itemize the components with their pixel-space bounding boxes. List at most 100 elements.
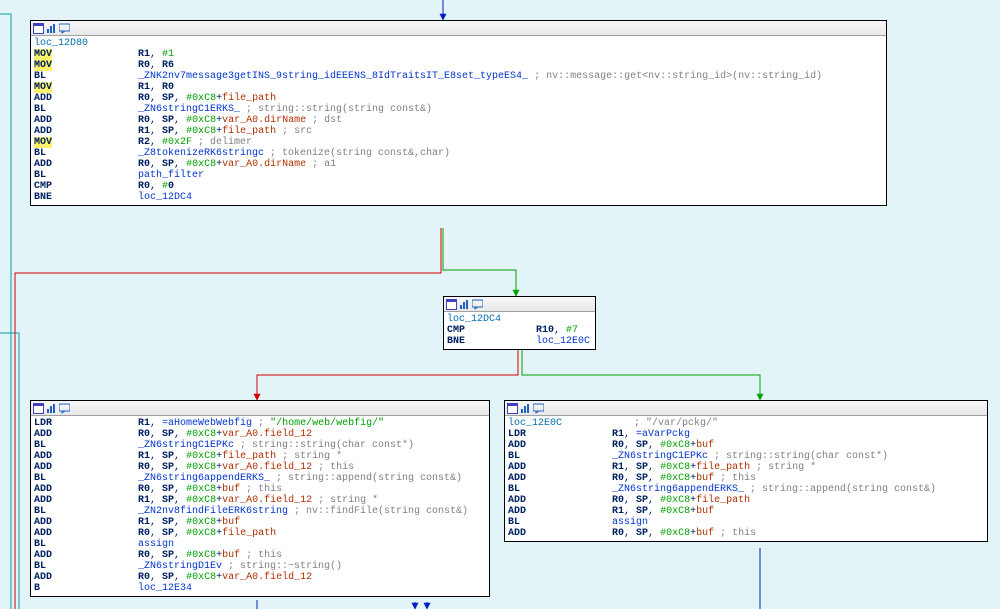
mnemonic: CMP bbox=[447, 325, 465, 336]
operands: path_filter bbox=[138, 170, 824, 181]
operands: _ZN2nv8findFileERK6string ; nv::findFile… bbox=[138, 506, 470, 517]
asm-table: MOVR1, #1MOVR0, R6BL_ZNK2nv7message3getI… bbox=[34, 49, 824, 203]
asm-row[interactable]: ADD R0, SP, #0xC8+var_A0.field_12 bbox=[34, 429, 470, 440]
operands: loc_12E0C bbox=[536, 336, 592, 347]
asm-row[interactable]: ADDR0, SP, #0xC8+buf bbox=[508, 440, 938, 451]
mnemonic: ADD bbox=[34, 528, 52, 539]
asm-row[interactable]: ADDR0, SP, #0xC8+var_A0.dirName ; dst bbox=[34, 115, 824, 126]
asm-row[interactable]: BL _ZN6stringC1EPKc ; string::string(char… bbox=[508, 451, 938, 462]
asm-row[interactable]: ADDR1, SP, #0xC8+buf bbox=[34, 517, 470, 528]
asm-row[interactable]: ADDR0, SP, #0xC8+var_A0.field_12 ; this bbox=[34, 462, 470, 473]
block-12D80[interactable]: loc_12D80MOVR1, #1MOVR0, R6BL_ZNK2nv7mes… bbox=[30, 20, 887, 206]
mnemonic: BL bbox=[34, 440, 46, 451]
mnemonic: ADD bbox=[34, 93, 52, 104]
asm-row[interactable]: ADDR0, SP, #0xC8+var_A0.dirName ; a1 bbox=[34, 159, 824, 170]
asm-row[interactable]: ADDR0, SP, #0xC8+buf ; this bbox=[34, 550, 470, 561]
asm-row[interactable]: BLassign bbox=[34, 539, 470, 550]
operands: R0, SP, #0xC8+var_A0.field_12 bbox=[138, 572, 470, 583]
operands: _ZN6string6appendERKS_ ; string::append(… bbox=[138, 473, 470, 484]
asm-row[interactable]: BNEloc_12E0C bbox=[447, 336, 592, 347]
comment-icon bbox=[59, 403, 70, 414]
asm-row[interactable]: MOVR1, #1 bbox=[34, 49, 824, 60]
asm-row[interactable]: BL _Z8tokenizeRK6stringc ; tokenize(strin… bbox=[34, 148, 824, 159]
operands: R0, SP, #0xC8+file_path bbox=[138, 528, 470, 539]
asm-row[interactable]: LDRR1, =aHomeWebWebfig ; "/home/web/webf… bbox=[34, 418, 470, 429]
operands: R1, SP, #0xC8+file_path ; string * bbox=[138, 451, 470, 462]
operands: _Z8tokenizeRK6stringc ; tokenize(string … bbox=[138, 148, 824, 159]
comment-icon bbox=[472, 299, 483, 310]
asm-row[interactable]: BL _ZN2nv8findFileERK6string ; nv::findFi… bbox=[34, 506, 470, 517]
mnemonic: MOV bbox=[34, 82, 52, 93]
mnemonic: ADD bbox=[34, 451, 52, 462]
asm-row[interactable]: Bloc_12E34 bbox=[34, 583, 470, 594]
asm-row[interactable]: ADDR1, SP, #0xC8+file_path ; string * bbox=[508, 462, 938, 473]
asm-row[interactable]: BLassign bbox=[508, 517, 938, 528]
asm-row[interactable]: ADD R0, SP, #0xC8+var_A0.field_12 bbox=[34, 572, 470, 583]
mnemonic: LDR bbox=[34, 418, 52, 429]
mnemonic: ADD bbox=[34, 429, 52, 440]
mnemonic: LDR bbox=[508, 429, 526, 440]
mnemonic: BL bbox=[34, 104, 46, 115]
asm-row[interactable]: BNEloc_12DC4 bbox=[34, 192, 824, 203]
mnemonic: ADD bbox=[508, 462, 526, 473]
mnemonic: BL bbox=[34, 71, 46, 82]
asm-row[interactable]: BL_ZN6string6appendERKS_ ; string::appen… bbox=[34, 473, 470, 484]
asm-row[interactable]: MOVR0, R6 bbox=[34, 60, 824, 71]
mnemonic: ADD bbox=[34, 517, 52, 528]
operands: _ZN6stringC1ERKS_ ; string::string(strin… bbox=[138, 104, 824, 115]
mnemonic: ADD bbox=[34, 484, 52, 495]
block-body: loc_12E0C ; "/var/pckg/"LDRR1, =aVarPckg… bbox=[505, 416, 987, 541]
mnemonic: ADD bbox=[508, 506, 526, 517]
titlebar[interactable] bbox=[31, 21, 886, 36]
mnemonic: BL bbox=[34, 148, 46, 159]
asm-row[interactable]: ADDR0, SP, #0xC8+buf ; this bbox=[34, 484, 470, 495]
operands: _ZN6string6appendERKS_ ; string::append(… bbox=[612, 484, 938, 495]
asm-row[interactable]: CMPR10, #7 bbox=[447, 325, 592, 336]
mnemonic: MOV bbox=[34, 137, 52, 148]
asm-row[interactable]: ADDR0, SP, #0xC8+file_path bbox=[34, 93, 824, 104]
asm-row[interactable]: LDRR1, =aVarPckg bbox=[508, 429, 938, 440]
block-body: loc_12DC4CMPR10, #7BNEloc_12E0C bbox=[444, 312, 595, 349]
asm-row[interactable]: BL _ZN6stringC1ERKS_ ; string::string(str… bbox=[34, 104, 824, 115]
block-webfig[interactable]: LDRR1, =aHomeWebWebfig ; "/home/web/webf… bbox=[30, 400, 490, 597]
asm-row[interactable]: CMPR0, #0 bbox=[34, 181, 824, 192]
mnemonic: B bbox=[34, 583, 40, 594]
asm-table: LDRR1, =aHomeWebWebfig ; "/home/web/webf… bbox=[34, 418, 470, 594]
asm-row[interactable]: ADDR1, SP, #0xC8+file_path ; src bbox=[34, 126, 824, 137]
mnemonic: ADD bbox=[34, 572, 52, 583]
mnemonic: BL bbox=[508, 451, 520, 462]
asm-row[interactable]: BL_ZN6stringC1EPKc ; string::string(char… bbox=[34, 440, 470, 451]
chart-icon bbox=[46, 403, 57, 414]
titlebar[interactable] bbox=[505, 401, 987, 416]
titlebar[interactable] bbox=[31, 401, 489, 416]
asm-row[interactable]: BL_ZN6stringD1Ev ; string::~string() bbox=[34, 561, 470, 572]
titlebar[interactable] bbox=[444, 297, 595, 312]
mnemonic: BL bbox=[34, 561, 46, 572]
operands: _ZNK2nv7message3getINS_9string_idEEENS_8… bbox=[138, 71, 824, 82]
asm-row[interactable]: MOVR1, R0 bbox=[34, 82, 824, 93]
asm-row[interactable]: ADDR0, SP, #0xC8+buf ; this bbox=[508, 528, 938, 539]
asm-row[interactable]: ADDR1, SP, #0xC8+buf bbox=[508, 506, 938, 517]
asm-row[interactable]: ADDR0, SP, #0xC8+buf ; this bbox=[508, 473, 938, 484]
asm-row[interactable]: BL_ZN6string6appendERKS_ ; string::appen… bbox=[508, 484, 938, 495]
operands: R0, SP, #0xC8+buf ; this bbox=[612, 473, 938, 484]
mnemonic: MOV bbox=[34, 49, 52, 60]
mnemonic: BL bbox=[34, 506, 46, 517]
window-icon bbox=[507, 403, 518, 414]
asm-row[interactable]: BL _ZNK2nv7message3getINS_9string_idEEENS… bbox=[34, 71, 824, 82]
operands: R2, #0x2F ; delimer bbox=[138, 137, 824, 148]
asm-row[interactable]: ADD R1, SP, #0xC8+file_path ; string * bbox=[34, 451, 470, 462]
asm-row[interactable]: BLpath_filter bbox=[34, 170, 824, 181]
operands: R0, SP, #0xC8+var_A0.field_12 bbox=[138, 429, 470, 440]
block-body: loc_12D80MOVR1, #1MOVR0, R6BL_ZNK2nv7mes… bbox=[31, 36, 886, 205]
asm-row[interactable]: MOV R2, #0x2F ; delimer bbox=[34, 137, 824, 148]
operands: R0, SP, #0xC8+var_A0.field_12 ; this bbox=[138, 462, 470, 473]
block-12DC4[interactable]: loc_12DC4CMPR10, #7BNEloc_12E0C bbox=[443, 296, 596, 350]
asm-row[interactable]: ADD R0, SP, #0xC8+file_path bbox=[34, 528, 470, 539]
mnemonic: ADD bbox=[34, 126, 52, 137]
asm-row[interactable]: ADDR1, SP, #0xC8+var_A0.field_12 ; strin… bbox=[34, 495, 470, 506]
asm-row[interactable]: ADDR0, SP, #0xC8+file_path bbox=[508, 495, 938, 506]
chart-icon bbox=[46, 23, 57, 34]
operands: _ZN6stringC1EPKc ; string::string(char c… bbox=[612, 451, 938, 462]
block-12E0C[interactable]: loc_12E0C ; "/var/pckg/"LDRR1, =aVarPckg… bbox=[504, 400, 988, 542]
